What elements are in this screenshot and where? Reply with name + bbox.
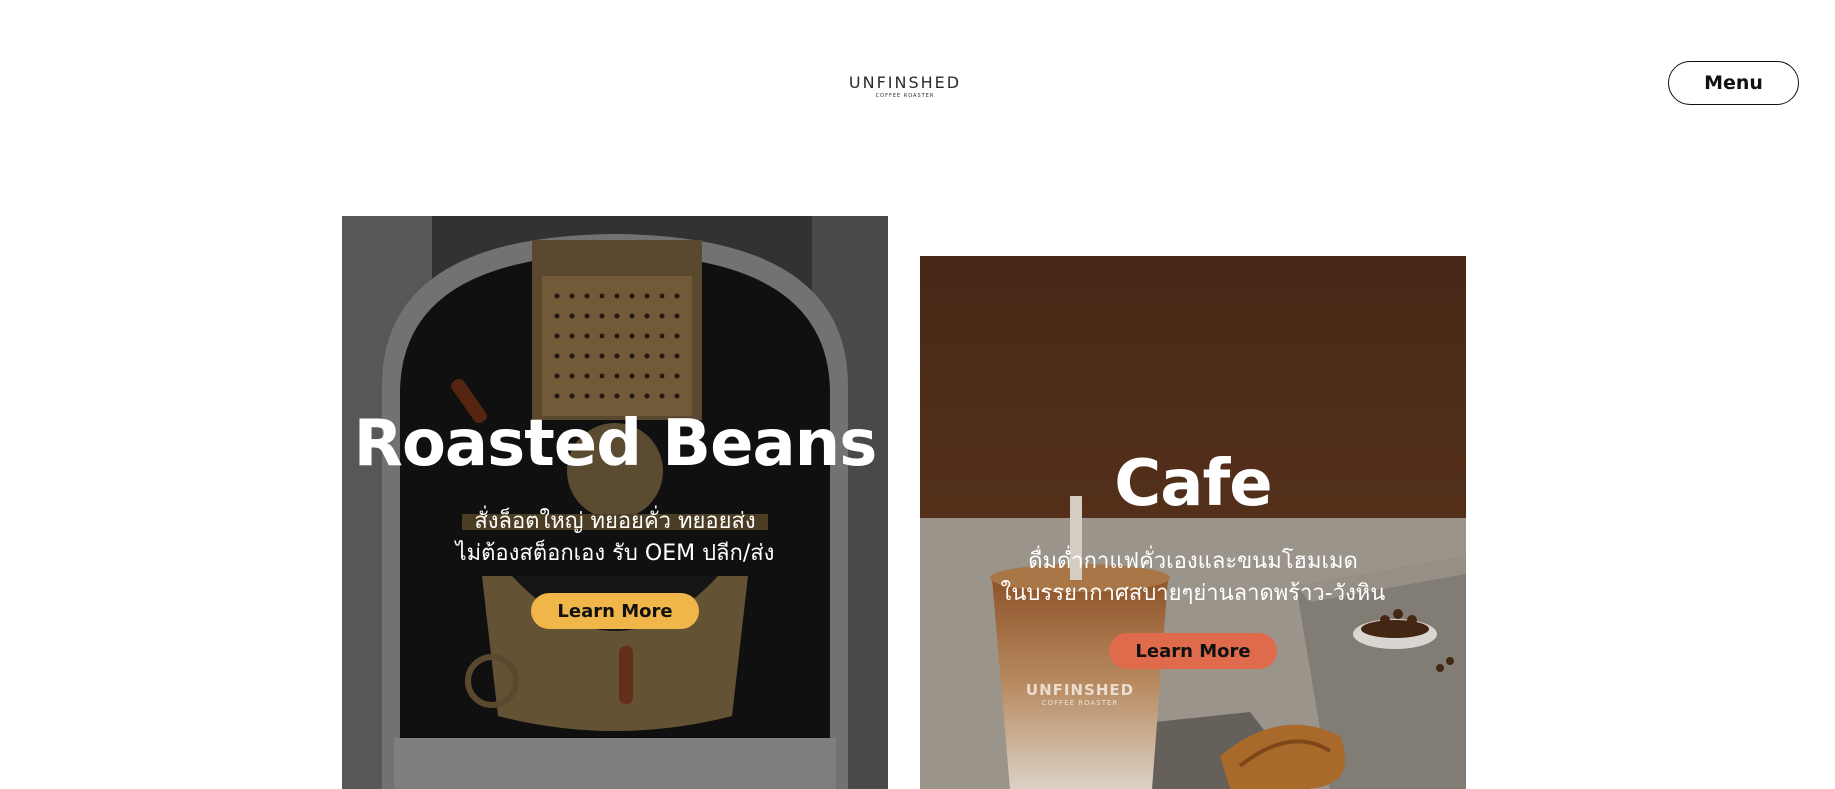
cafe-description-line-1: ดื่มด่ำกาแฟคั่วเองและขนมโฮมเมด	[1028, 549, 1358, 574]
logo-tagline: COFFEE ROASTER	[875, 93, 935, 99]
cup-logo: UNFINSHED COFFEE ROASTER	[1015, 681, 1145, 707]
logo-wordmark: UNFINSHED	[848, 73, 962, 92]
cafe-description: ดื่มด่ำกาแฟคั่วเองและขนมโฮมเมด ในบรรยากา…	[920, 546, 1466, 610]
roasted-beans-learn-more-button[interactable]: Learn More	[531, 593, 699, 629]
cafe-title: Cafe	[1114, 447, 1272, 521]
cafe-learn-more-button[interactable]: Learn More	[1109, 633, 1277, 669]
cafe-card[interactable]: UNFINSHED COFFEE ROASTER Cafe ดื่มด่ำกาแ…	[920, 256, 1466, 789]
cup-logo-wordmark: UNFINSHED	[1025, 681, 1135, 699]
site-header: UNFINSHED COFFEE ROASTER Menu	[0, 0, 1835, 170]
roasted-beans-description-line-1: สั่งล็อตใหญ่ ทยอยคั่ว ทยอยส่ง	[474, 509, 756, 534]
roasted-beans-description: สั่งล็อตใหญ่ ทยอยคั่ว ทยอยส่ง ไม่ต้องสต็…	[342, 506, 888, 570]
roasted-beans-title: Roasted Beans	[353, 407, 878, 481]
cafe-description-line-2: ในบรรยากาศสบายๆย่านลาดพร้าว-วังหิน	[1000, 581, 1386, 606]
cup-logo-tagline: COFFEE ROASTER	[1041, 699, 1119, 707]
roasted-beans-overlay	[342, 216, 888, 789]
roasted-beans-card[interactable]: Roasted Beans สั่งล็อตใหญ่ ทยอยคั่ว ทยอย…	[342, 216, 888, 789]
roasted-beans-description-line-2: ไม่ต้องสต็อกเอง รับ OEM ปลีก/ส่ง	[455, 541, 775, 566]
site-logo[interactable]: UNFINSHED COFFEE ROASTER	[846, 74, 964, 100]
menu-button[interactable]: Menu	[1668, 61, 1799, 105]
cafe-overlay	[920, 256, 1466, 789]
